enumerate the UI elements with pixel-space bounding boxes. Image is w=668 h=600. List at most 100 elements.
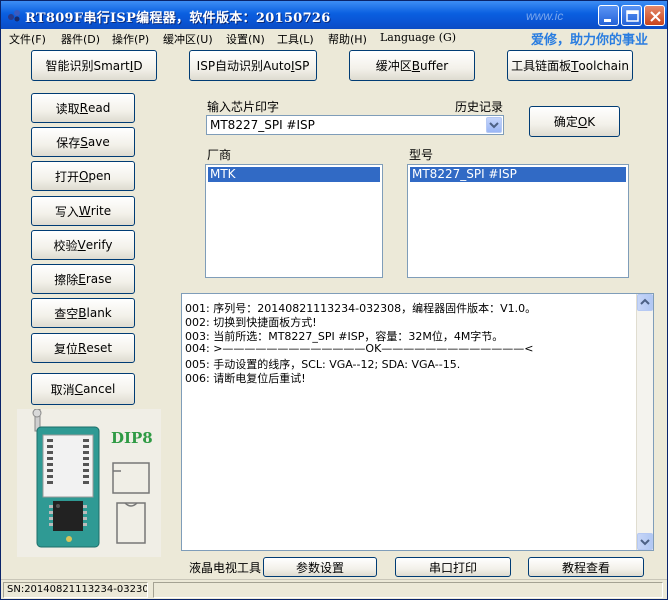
dip8-label: DIP8 [111,429,153,447]
menu-device[interactable]: 器件(D) [61,31,100,47]
scroll-up-button[interactable] [637,294,653,311]
erase-post: rase [85,272,112,286]
log-scrollbar[interactable] [636,294,653,550]
read-ul: R [79,101,88,115]
autoisp-en-post: SP [294,58,310,73]
ok-button[interactable]: 确定 OK [529,106,620,137]
open-cn: 打开 [54,169,79,184]
smartid-en-post: D [133,58,143,73]
status-serial-number: SN:20140821113234-032308 [3,582,148,598]
param-settings-label: 参数设置 [295,560,344,575]
scroll-down-icon [640,539,650,546]
toolchain-en-ul: T [571,58,579,73]
menu-buffer[interactable]: 缓冲区(U) [163,31,213,47]
toolchain-button[interactable]: 工具链面板 Toolchain [507,50,633,81]
serial-print-label: 串口打印 [428,560,477,575]
verify-cn: 校验 [53,238,78,253]
write-button[interactable]: 写入 Write [31,196,135,226]
autoisp-button[interactable]: ISP自动识别 Auto I SP [189,50,317,81]
log-line: 006: 请断电复位后重试! [185,372,306,385]
tutorial-label: 教程查看 [561,560,610,575]
log-output[interactable]: 001: 序列号：20140821113234-032308，编程器固件版本：V… [181,293,654,551]
write-post: rite [90,204,112,218]
param-settings-button[interactable]: 参数设置 [263,557,377,577]
menu-language[interactable]: Language (G) [380,31,456,44]
log-line: 004: >—————————————OK—————————————< [185,342,534,355]
autoisp-cn: ISP自动识别 [196,59,264,73]
status-message [153,582,663,598]
menu-help[interactable]: 帮助(H) [328,31,367,47]
menu-operation-key: (P) [134,33,150,46]
close-button[interactable] [644,5,665,26]
blank-ul: B [78,306,87,320]
smartid-button[interactable]: 智能识别 Smart I D [31,50,157,81]
open-post: pen [88,169,112,183]
open-button[interactable]: 打开 Open [31,161,135,191]
cancel-ul: C [74,382,84,396]
menu-operation-label: 操作 [112,33,134,46]
menu-device-label: 器件 [61,33,83,46]
autoisp-en-pre: Auto [263,58,291,73]
minimize-button[interactable] [598,5,619,26]
cancel-post: ancel [83,382,116,396]
menu-language-key: (G) [438,31,457,44]
blank-post: lank [86,306,112,320]
vendor-selected-item[interactable]: MTK [208,167,380,182]
menu-bar: 文件(F) 器件(D) 操作(P) 缓冲区(U) 设置(N) 工具(L) 帮助(… [1,29,667,48]
erase-cn: 擦除 [54,272,79,287]
open-ul: O [78,169,89,183]
serial-print-button[interactable]: 串口打印 [395,557,511,577]
menu-file-key: (F) [31,33,46,46]
status-bar: SN:20140821113234-032308 [1,579,667,599]
title-bar: RT809F串行ISP编程器，软件版本：20150726 www.ic [1,1,667,29]
chevron-down-icon [489,122,499,129]
combobox-dropdown-button[interactable] [486,117,502,133]
menu-tools-label: 工具 [277,33,299,46]
ok-cn: 确定 [553,115,578,129]
cancel-button[interactable]: 取消 Cancel [31,373,135,405]
menu-device-key: (D) [83,33,101,46]
menu-buffer-label: 缓冲区 [163,33,196,46]
save-button[interactable]: 保存 Save [31,127,135,157]
verify-button[interactable]: 校验 Verify [31,230,135,260]
toolchain-cn: 工具链面板 [511,59,572,73]
menu-settings[interactable]: 设置(N) [226,31,265,47]
menu-language-label: Language [380,31,436,44]
maximize-button[interactable] [621,5,642,26]
smartid-en-pre: Smart [93,58,130,73]
buffer-button[interactable]: 缓冲区 Buffer [349,50,475,81]
menu-operation[interactable]: 操作(P) [112,31,149,47]
buffer-cn: 缓冲区 [375,59,412,73]
menu-file[interactable]: 文件(F) [9,31,46,47]
scroll-down-button[interactable] [637,533,653,550]
erase-button[interactable]: 擦除 Erase [31,264,135,294]
chip-combobox-value: MT8227_SPI #ISP [210,118,315,132]
read-post: ead [88,101,111,115]
menu-file-label: 文件 [9,33,31,46]
menu-help-key: (H) [350,33,367,46]
toolchain-en-post: oolchain [578,58,629,73]
history-label: 历史记录 [455,100,504,114]
menu-tools[interactable]: 工具(L) [277,31,314,47]
scroll-up-icon [640,298,650,305]
model-listbox[interactable]: MT8227_SPI #ISP [407,164,629,278]
dip8-socket-image: DIP8 [17,408,161,557]
read-button[interactable]: 读取 Read [31,93,135,123]
chip-combobox[interactable]: MT8227_SPI #ISP [206,115,504,135]
save-cn: 保存 [56,135,81,150]
write-ul: W [78,204,91,218]
tutorial-button[interactable]: 教程查看 [528,557,644,577]
reset-button[interactable]: 复位 Reset [31,333,135,363]
window-title: RT809F串行ISP编程器，软件版本：20150726 [25,11,331,26]
blank-button[interactable]: 查空 Blank [31,298,135,328]
erase-ul: E [78,272,86,286]
buffer-en-post: uffer [420,58,449,73]
vendor-listbox[interactable]: MTK [205,164,383,278]
reset-ul: R [77,341,87,355]
model-selected-item[interactable]: MT8227_SPI #ISP [410,167,626,182]
lcd-tools-label: 液晶电视工具 [189,561,262,575]
ok-post: K [587,114,596,129]
watermark-text: www.ic [526,9,564,23]
maximize-icon [626,10,639,22]
menu-tools-key: (L) [299,33,314,46]
